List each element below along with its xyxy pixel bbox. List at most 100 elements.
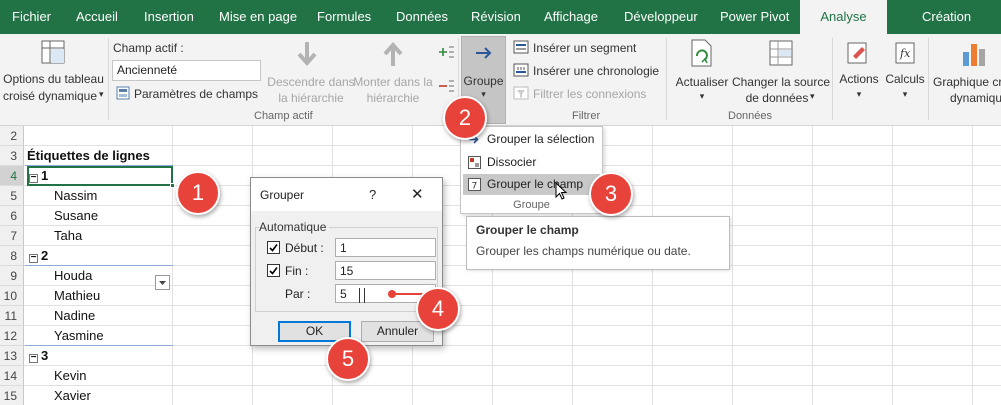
- filter-dropdown-icon[interactable]: [155, 275, 170, 290]
- chevron-down-icon: ▾: [99, 89, 104, 99]
- slicer-icon: [513, 40, 529, 54]
- group-field-icon: 7: [468, 178, 481, 191]
- row-header[interactable]: 15: [0, 386, 24, 405]
- start-label: Début :: [285, 241, 324, 255]
- callout-badge-3: 3: [589, 172, 633, 216]
- tab-fichier[interactable]: Fichier: [0, 0, 63, 34]
- tab-revision[interactable]: Révision: [459, 0, 533, 34]
- group-label: 3: [41, 348, 49, 363]
- dialog-titlebar[interactable]: Grouper ? ✕: [251, 178, 442, 211]
- row-header[interactable]: 2: [0, 126, 24, 146]
- pivot-item-cell[interactable]: Mathieu: [54, 286, 100, 306]
- group-label: 1: [41, 168, 49, 183]
- data-group-label: Données: [728, 110, 773, 122]
- ribbon-separator: [108, 38, 109, 120]
- tab-power-pivot[interactable]: Power Pivot: [708, 0, 801, 34]
- pivot-chart-icon: [963, 44, 985, 66]
- close-icon[interactable]: ✕: [411, 185, 424, 203]
- actions-label: Actions: [839, 72, 879, 86]
- insert-slicer-label: Insérer un segment: [533, 41, 637, 55]
- automatic-section-label: Automatique: [259, 220, 330, 234]
- change-source-icon: [769, 40, 793, 66]
- row-labels-header-text: Étiquettes de lignes: [27, 148, 150, 163]
- group-arrow-icon: [476, 47, 492, 59]
- pivot-item-cell[interactable]: Xavier: [54, 386, 91, 405]
- fill-handle[interactable]: [170, 183, 175, 188]
- field-settings-icon: [116, 86, 130, 100]
- row-header[interactable]: 14: [0, 366, 24, 386]
- row-header[interactable]: 11: [0, 306, 24, 326]
- pivot-item-cell[interactable]: Nadine: [54, 306, 95, 326]
- row-divider: [24, 385, 1001, 386]
- menu-item-group-field[interactable]: 7 Grouper le champ: [463, 174, 600, 195]
- menu-item-group-selection[interactable]: Grouper la sélection: [463, 129, 600, 150]
- refresh-label: Actualiser: [675, 75, 729, 89]
- timeline-icon: [513, 63, 529, 77]
- row-header[interactable]: 9: [0, 266, 24, 286]
- row-header[interactable]: 10: [0, 286, 24, 306]
- expand-field-icon[interactable]: [437, 44, 455, 60]
- pivot-row-labels-header[interactable]: Étiquettes de lignes: [27, 146, 150, 166]
- pivot-item-cell[interactable]: Kevin: [54, 366, 87, 386]
- tab-analyse[interactable]: Analyse: [800, 0, 887, 34]
- svg-text:fx: fx: [899, 47, 911, 60]
- tab-creation[interactable]: Création: [910, 0, 983, 34]
- group-button-label: Groupe: [463, 74, 504, 88]
- ribbon-tab-bar: Fichier Accueil Insertion Mise en page F…: [0, 0, 1001, 34]
- pivot-item-cell[interactable]: Nassim: [54, 186, 97, 206]
- end-checkbox[interactable]: [267, 264, 280, 277]
- pivot-group-cell[interactable]: −3: [29, 346, 48, 366]
- active-field-input[interactable]: Ancienneté: [112, 60, 261, 81]
- chevron-down-icon: ▾: [856, 89, 862, 99]
- pivot-group-cell-selected[interactable]: −1: [27, 166, 173, 186]
- ribbon: Options du tableau croisé dynamique ▾ Ch…: [0, 34, 1001, 126]
- row-divider: [24, 285, 1001, 286]
- tab-accueil[interactable]: Accueil: [64, 0, 130, 34]
- start-input[interactable]: 1: [335, 238, 436, 257]
- tab-mise-en-page[interactable]: Mise en page: [207, 0, 309, 34]
- pivot-item-cell[interactable]: Houda: [54, 266, 92, 286]
- collapse-field-icon[interactable]: [437, 78, 455, 94]
- mouse-cursor-icon: [555, 182, 568, 200]
- drill-up-line2: hiérarchie: [366, 91, 420, 105]
- row-divider: [24, 325, 1001, 326]
- tab-insertion[interactable]: Insertion: [132, 0, 206, 34]
- start-checkbox[interactable]: [267, 241, 280, 254]
- calculations-icon: fx: [895, 42, 915, 64]
- menu-item-ungroup[interactable]: Dissocier: [463, 152, 600, 173]
- row-header[interactable]: 8: [0, 246, 24, 266]
- row-header[interactable]: 13: [0, 346, 24, 366]
- collapse-minus-icon[interactable]: −: [29, 353, 38, 363]
- tab-formules[interactable]: Formules: [305, 0, 383, 34]
- tooltip-body: Grouper les champs numérique ou date.: [476, 244, 691, 258]
- row-header[interactable]: 3: [0, 146, 24, 166]
- svg-text:7: 7: [472, 182, 478, 192]
- insert-timeline-label: Insérer une chronologie: [533, 64, 660, 78]
- row-header-selected[interactable]: 4: [0, 166, 24, 186]
- tooltip: Grouper le champ Grouper les champs numé…: [466, 216, 730, 270]
- pivot-options-line1: Options du tableau: [3, 72, 104, 86]
- pivot-chart-line2: dynamiqu: [950, 91, 1001, 105]
- tab-donnees[interactable]: Données: [384, 0, 460, 34]
- pivot-item-cell[interactable]: Yasmine: [54, 326, 104, 346]
- tooltip-title: Grouper le champ: [476, 223, 579, 237]
- end-input[interactable]: 15: [335, 261, 436, 280]
- actions-icon: [847, 42, 867, 64]
- callout-badge-5: 5: [326, 337, 370, 381]
- pivot-item-cell[interactable]: Susane: [54, 206, 98, 226]
- pivot-group-cell[interactable]: −2: [29, 246, 48, 266]
- collapse-minus-icon[interactable]: −: [29, 173, 38, 183]
- row-header[interactable]: 5: [0, 186, 24, 206]
- tab-developpeur[interactable]: Développeur: [612, 0, 710, 34]
- chevron-down-icon: ▾: [699, 91, 705, 101]
- collapse-minus-icon[interactable]: −: [29, 253, 38, 263]
- text-cursor-icon: [359, 288, 365, 303]
- row-header[interactable]: 7: [0, 226, 24, 246]
- end-label: Fin :: [285, 264, 309, 278]
- row-header[interactable]: 12: [0, 326, 24, 346]
- ribbon-separator: [928, 38, 929, 120]
- tab-affichage[interactable]: Affichage: [532, 0, 610, 34]
- pivot-item-cell[interactable]: Taha: [54, 226, 82, 246]
- help-icon[interactable]: ?: [369, 187, 376, 202]
- row-header[interactable]: 6: [0, 206, 24, 226]
